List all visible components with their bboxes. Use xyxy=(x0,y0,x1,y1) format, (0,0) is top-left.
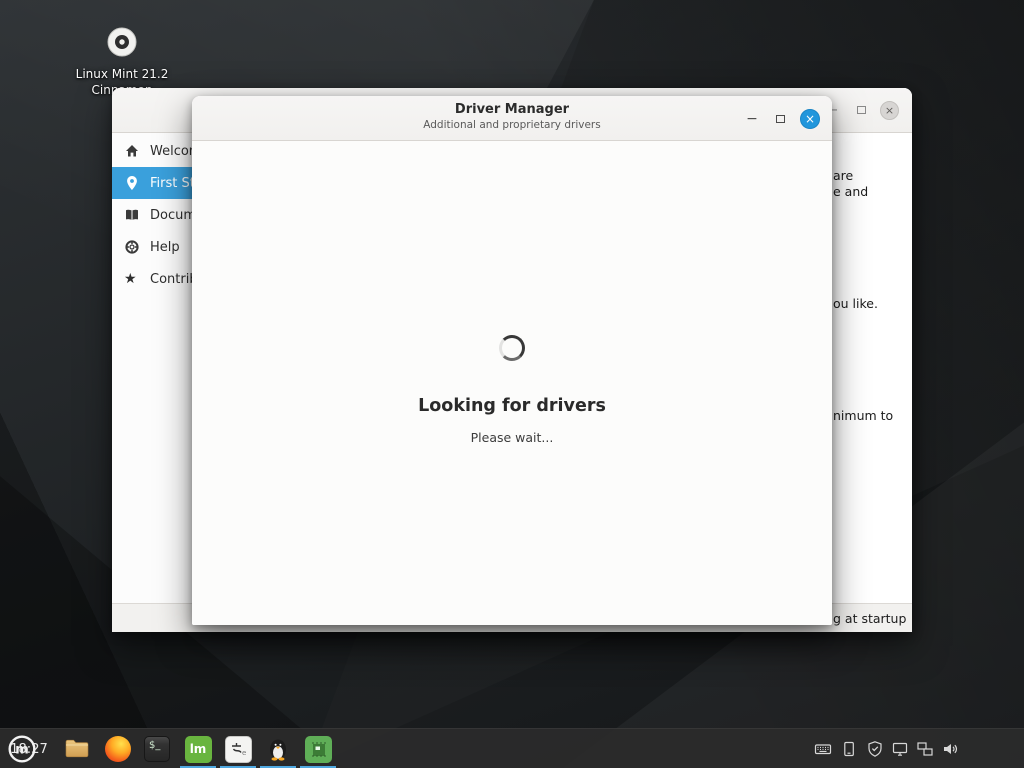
driver-manager-window: Driver Manager Additional and proprietar… xyxy=(192,96,832,625)
tray-update-shield[interactable] xyxy=(866,740,884,758)
folder-icon xyxy=(64,736,90,760)
maximize-icon xyxy=(776,115,785,123)
welcome-text-fragment: nimum to xyxy=(833,408,893,423)
maximize-button[interactable] xyxy=(847,103,875,118)
taskbar-window-welcome[interactable]: lm xyxy=(178,729,218,768)
taskbar-window-character-app[interactable]: e xyxy=(218,729,258,768)
taskbar-window-driver-manager[interactable] xyxy=(298,729,338,768)
close-icon: × xyxy=(885,104,894,117)
firefox-launcher[interactable] xyxy=(105,736,131,762)
monitor-icon xyxy=(891,740,909,758)
close-button[interactable]: × xyxy=(880,101,899,120)
driver-window-controls: − × xyxy=(738,96,832,141)
book-icon xyxy=(124,207,140,223)
startup-checkbox-label-fragment[interactable]: g at startup xyxy=(833,611,906,626)
network-icon xyxy=(916,740,934,758)
close-button[interactable]: × xyxy=(800,109,820,129)
window-title: Driver Manager xyxy=(192,102,832,117)
device-icon xyxy=(840,740,858,758)
tray-network[interactable] xyxy=(916,740,934,758)
mint-logo-icon: m xyxy=(7,734,37,764)
tray-volume[interactable] xyxy=(941,740,959,758)
welcome-text-fragment: are xyxy=(833,168,853,183)
welcome-text-fragment: e and xyxy=(833,184,868,199)
sidebar-item-label: Help xyxy=(150,240,180,255)
terminal-icon: $_ xyxy=(144,736,170,762)
desktop: Linux Mint 21.2 Cinnamon − × Welcome xyxy=(0,0,1024,768)
welcome-text-fragment: ou like. xyxy=(833,296,878,311)
svg-text:e: e xyxy=(242,749,246,757)
file-manager-launcher[interactable] xyxy=(64,736,90,762)
home-icon xyxy=(124,143,140,159)
tray-display[interactable] xyxy=(891,740,909,758)
pin-icon xyxy=(124,175,140,191)
mint-welcome-icon: lm xyxy=(185,736,212,763)
firefox-icon xyxy=(105,736,131,762)
status-heading: Looking for drivers xyxy=(192,396,832,416)
desktop-icon-linux-mint-iso[interactable]: Linux Mint 21.2 Cinnamon xyxy=(54,24,190,98)
star-icon: ★ xyxy=(124,271,140,287)
disc-icon xyxy=(104,24,140,60)
loading-spinner-icon xyxy=(499,335,525,361)
driver-manager-content: Looking for drivers Please wait... xyxy=(192,141,832,625)
welcome-window-controls: − × xyxy=(819,88,912,133)
tray-removable-media[interactable] xyxy=(840,740,858,758)
titlebar-titles: Driver Manager Additional and proprietar… xyxy=(192,102,832,131)
driver-manager-icon xyxy=(305,736,332,763)
desktop-icon-label-line1: Linux Mint 21.2 xyxy=(54,66,190,82)
close-icon: × xyxy=(805,113,815,125)
window-subtitle: Additional and proprietary drivers xyxy=(192,119,832,131)
maximize-icon xyxy=(857,106,866,114)
character-app-icon: e xyxy=(225,736,252,763)
maximize-button[interactable] xyxy=(766,115,794,123)
status-subtext: Please wait... xyxy=(192,430,832,445)
minimize-button[interactable]: − xyxy=(738,111,766,127)
taskbar: m $_ lm e xyxy=(0,728,1024,768)
taskbar-window-tux-app[interactable] xyxy=(258,729,298,768)
svg-text:m: m xyxy=(15,743,29,758)
keyboard-icon xyxy=(814,740,832,758)
speaker-icon xyxy=(941,740,959,758)
tux-penguin-icon xyxy=(265,736,291,762)
lifebuoy-icon xyxy=(124,239,140,255)
terminal-launcher[interactable]: $_ xyxy=(144,736,170,762)
shield-icon xyxy=(866,740,884,758)
driver-manager-titlebar[interactable]: Driver Manager Additional and proprietar… xyxy=(192,96,832,141)
mint-menu-button[interactable]: m xyxy=(6,733,38,765)
tray-keyboard-layout[interactable] xyxy=(814,740,832,758)
